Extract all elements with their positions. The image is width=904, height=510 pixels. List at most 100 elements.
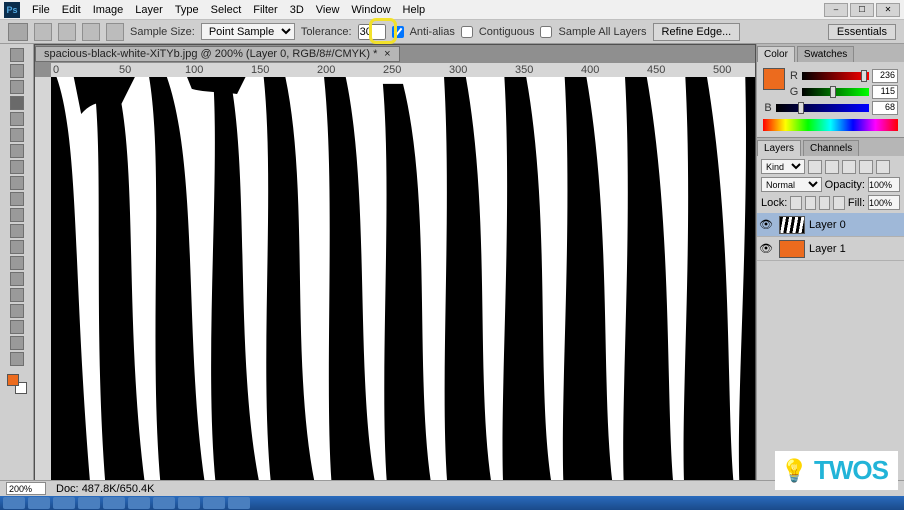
layer-name[interactable]: Layer 1	[809, 243, 846, 255]
magic-wand-tool[interactable]	[10, 96, 24, 110]
layer-item[interactable]: 👁 Layer 1	[757, 237, 904, 261]
gradient-tool[interactable]	[10, 224, 24, 238]
dodge-tool[interactable]	[10, 256, 24, 270]
menu-help[interactable]: Help	[397, 2, 432, 18]
filter-smart-icon[interactable]	[876, 160, 890, 174]
clone-stamp-tool[interactable]	[10, 176, 24, 190]
history-brush-tool[interactable]	[10, 192, 24, 206]
filter-shape-icon[interactable]	[859, 160, 873, 174]
r-value[interactable]: 236	[872, 69, 898, 83]
taskbar-item[interactable]	[128, 497, 150, 509]
menu-view[interactable]: View	[310, 2, 346, 18]
g-label: G	[789, 86, 799, 98]
selection-add-icon[interactable]	[58, 23, 76, 41]
brush-tool[interactable]	[10, 160, 24, 174]
layer-thumbnail[interactable]	[779, 216, 805, 234]
healing-brush-tool[interactable]	[10, 144, 24, 158]
foreground-color-swatch[interactable]	[7, 374, 19, 386]
layer-item[interactable]: 👁 Layer 0	[757, 213, 904, 237]
document-tab-close-icon[interactable]: ×	[384, 48, 390, 60]
type-tool[interactable]	[10, 288, 24, 302]
zoom-input[interactable]	[6, 482, 46, 495]
menu-type[interactable]: Type	[169, 2, 205, 18]
workspace-switcher[interactable]: Essentials	[828, 24, 896, 40]
layer-filter-kind[interactable]: Kind	[761, 159, 805, 174]
menu-edit[interactable]: Edit	[56, 2, 87, 18]
taskbar-item[interactable]	[28, 497, 50, 509]
g-slider[interactable]	[802, 88, 869, 96]
contiguous-checkbox[interactable]	[461, 26, 473, 38]
window-close-button[interactable]: ✕	[876, 3, 900, 17]
taskbar-item[interactable]	[178, 497, 200, 509]
taskbar-item[interactable]	[53, 497, 75, 509]
menu-image[interactable]: Image	[87, 2, 130, 18]
lasso-tool[interactable]	[10, 80, 24, 94]
filter-type-icon[interactable]	[842, 160, 856, 174]
opacity-input[interactable]	[868, 177, 900, 192]
menu-window[interactable]: Window	[345, 2, 396, 18]
marquee-tool[interactable]	[10, 64, 24, 78]
start-button[interactable]	[3, 497, 25, 509]
hand-tool[interactable]	[10, 336, 24, 350]
tolerance-input[interactable]	[358, 24, 386, 40]
canvas[interactable]	[51, 77, 755, 483]
document-tab[interactable]: spacious-black-white-XiTYb.jpg @ 200% (L…	[35, 46, 400, 62]
visibility-eye-icon[interactable]: 👁	[757, 218, 775, 231]
color-preview-swatch[interactable]	[763, 68, 785, 90]
layer-name[interactable]: Layer 0	[809, 219, 846, 231]
filter-adjustment-icon[interactable]	[825, 160, 839, 174]
eraser-tool[interactable]	[10, 208, 24, 222]
sample-size-label: Sample Size:	[130, 26, 195, 38]
color-spectrum[interactable]	[763, 119, 898, 131]
taskbar-item[interactable]	[228, 497, 250, 509]
menu-filter[interactable]: Filter	[247, 2, 283, 18]
menu-file[interactable]: File	[26, 2, 56, 18]
move-tool[interactable]	[10, 48, 24, 62]
refine-edge-button[interactable]: Refine Edge...	[653, 23, 741, 41]
crop-tool[interactable]	[10, 112, 24, 126]
r-slider[interactable]	[802, 72, 869, 80]
visibility-eye-icon[interactable]: 👁	[757, 242, 775, 255]
pen-tool[interactable]	[10, 272, 24, 286]
sample-size-select[interactable]: Point Sample	[201, 23, 295, 40]
fill-input[interactable]	[868, 195, 900, 210]
color-tab[interactable]: Color	[757, 46, 795, 62]
lock-label: Lock:	[761, 197, 787, 209]
selection-intersect-icon[interactable]	[106, 23, 124, 41]
channels-tab[interactable]: Channels	[803, 140, 859, 156]
zoom-tool[interactable]	[10, 352, 24, 366]
blur-tool[interactable]	[10, 240, 24, 254]
selection-new-icon[interactable]	[34, 23, 52, 41]
antialias-checkbox[interactable]	[392, 26, 404, 38]
rectangle-tool[interactable]	[10, 320, 24, 334]
watermark-overlay: 💡 TWOS	[775, 451, 898, 490]
lock-all-icon[interactable]	[833, 196, 844, 210]
lock-position-icon[interactable]	[819, 196, 830, 210]
lightbulb-icon: 💡	[781, 458, 808, 484]
foreground-background-colors[interactable]	[7, 374, 27, 394]
path-selection-tool[interactable]	[10, 304, 24, 318]
sample-all-layers-checkbox[interactable]	[540, 26, 552, 38]
taskbar-item[interactable]	[103, 497, 125, 509]
menu-3d[interactable]: 3D	[284, 2, 310, 18]
window-minimize-button[interactable]: –	[824, 3, 848, 17]
window-maximize-button[interactable]: ☐	[850, 3, 874, 17]
taskbar-item[interactable]	[78, 497, 100, 509]
g-value[interactable]: 115	[872, 85, 898, 99]
lock-pixels-icon[interactable]	[805, 196, 816, 210]
lock-transparency-icon[interactable]	[790, 196, 801, 210]
b-value[interactable]: 68	[872, 101, 898, 115]
taskbar-item[interactable]	[203, 497, 225, 509]
eyedropper-tool[interactable]	[10, 128, 24, 142]
swatches-tab[interactable]: Swatches	[797, 46, 854, 62]
menu-select[interactable]: Select	[205, 2, 248, 18]
magic-wand-icon	[8, 23, 28, 41]
blend-mode-select[interactable]: Normal	[761, 177, 822, 192]
layer-thumbnail[interactable]	[779, 240, 805, 258]
filter-pixel-icon[interactable]	[808, 160, 822, 174]
layers-tab[interactable]: Layers	[757, 140, 801, 156]
selection-subtract-icon[interactable]	[82, 23, 100, 41]
menu-layer[interactable]: Layer	[129, 2, 169, 18]
taskbar-item[interactable]	[153, 497, 175, 509]
b-slider[interactable]	[776, 104, 869, 112]
